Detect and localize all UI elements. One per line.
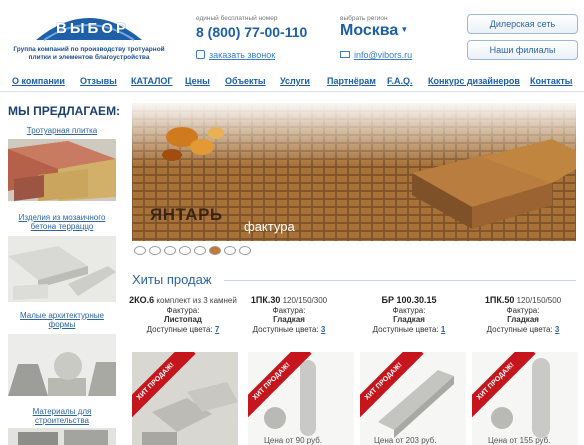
hits-title: Хиты продаж: [132, 272, 212, 287]
texture-label: Фактура:: [166, 305, 200, 315]
dealer-network-button[interactable]: Дилерская сеть: [467, 14, 578, 34]
nav-reviews[interactable]: Отзывы: [80, 76, 117, 86]
branches-button[interactable]: Наши филиалы: [467, 40, 578, 60]
nav-prices[interactable]: Цены: [185, 76, 210, 86]
slider-dot[interactable]: [239, 246, 251, 255]
nav-designers-contest[interactable]: Конкурс дизайнеров: [428, 76, 520, 86]
slider-dot[interactable]: [194, 246, 206, 255]
product-card: БР 100.30.15 Фактура: Гладкая Доступные …: [354, 295, 464, 334]
region-label: выбрать регион: [340, 15, 388, 22]
product-code[interactable]: 1ПК.30: [251, 295, 280, 305]
product-image[interactable]: ХИТ ПРОДАЖ!: [248, 352, 354, 445]
product-size: 120/150/500: [516, 296, 562, 305]
product-code[interactable]: 2КО.6: [129, 295, 154, 305]
colors-label: Доступные цвета:: [372, 324, 439, 334]
colors-label: Доступные цвета:: [252, 324, 319, 334]
nav-about[interactable]: О компании: [12, 76, 65, 86]
banner-title: ЯНТАРЬ: [150, 205, 223, 224]
colors-label: Доступные цвета:: [486, 324, 553, 334]
product-image[interactable]: ХИТ ПРОДАЖ!: [472, 352, 578, 445]
texture-label: Фактура:: [272, 305, 306, 315]
texture-label: Фактура:: [506, 305, 540, 315]
slider-dot[interactable]: [134, 246, 146, 255]
phone-number[interactable]: 8 (800) 77-00-110: [196, 24, 307, 40]
terrazzo-image[interactable]: [8, 236, 116, 302]
product-code[interactable]: БР 100.30.15: [381, 295, 436, 305]
region-value: Москва: [340, 22, 399, 39]
product-code[interactable]: 1ПК.50: [485, 295, 514, 305]
product-price: Цена от 155 руб.: [488, 436, 551, 445]
colors-label: Доступные цвета:: [146, 324, 213, 334]
colors-count[interactable]: 7: [215, 325, 219, 334]
nav-contacts[interactable]: Контакты: [530, 76, 572, 86]
slider-dot[interactable]: [164, 246, 176, 255]
sidebar-item-paving[interactable]: Тротуарная плитка: [6, 126, 118, 135]
texture-label: Фактура:: [392, 305, 426, 315]
colors-count[interactable]: 3: [555, 325, 559, 334]
sidebar-item-terrazzo[interactable]: Изделия из мозаичного бетона терраццо: [6, 213, 118, 231]
phone-icon: [196, 50, 205, 59]
email-value: info@vibors.ru: [354, 50, 413, 60]
email-link[interactable]: info@vibors.ru: [340, 50, 412, 60]
nav-faq[interactable]: F.A.Q.: [387, 76, 413, 86]
slider-dot-active[interactable]: [209, 246, 221, 255]
paving-tiles-image[interactable]: [8, 139, 116, 201]
callback-link[interactable]: заказать звонок: [196, 50, 275, 60]
nav-services[interactable]: Услуги: [280, 76, 310, 86]
banner-subtitle: фактура: [244, 219, 295, 234]
sidebar-item-small-forms[interactable]: Малые архитектурные формы: [6, 311, 118, 329]
product-card: 1ПК.50 120/150/500 Фактура: Гладкая Дост…: [468, 295, 578, 334]
page: ВЫБОР Группа компаний по производству тр…: [0, 0, 584, 445]
texture-value: Гладкая: [507, 315, 539, 324]
texture-value: Листопад: [163, 315, 203, 324]
nav-objects[interactable]: Объекты: [225, 76, 266, 86]
logo-word: ВЫБОР: [56, 20, 129, 37]
callback-label: заказать звонок: [209, 50, 276, 60]
sidebar-item-materials[interactable]: Материалы для строительства: [6, 407, 118, 425]
hits-divider: [224, 280, 576, 281]
product-card: 1ПК.30 120/150/300 Фактура: Гладкая Дост…: [234, 295, 344, 334]
product-size: 120/150/300: [282, 296, 328, 305]
logo[interactable]: ВЫБОР Группа компаний по производству тр…: [4, 4, 174, 66]
mail-icon: [340, 51, 350, 58]
slider-dot[interactable]: [179, 246, 191, 255]
product-card: 2КО.6 комплект из 3 камней Фактура: Лист…: [128, 295, 238, 334]
sidebar-title: МЫ ПРЕДЛАГАЕМ:: [8, 104, 121, 118]
texture-value: Гладкая: [393, 315, 425, 324]
slider-dot[interactable]: [149, 246, 161, 255]
slider-dot[interactable]: [224, 246, 236, 255]
free-number-label: единый бесплатный номер: [196, 15, 278, 22]
product-image[interactable]: ХИТ ПРОДАЖ!: [132, 352, 238, 445]
nav-partners[interactable]: Партнёрам: [327, 76, 376, 86]
colors-count[interactable]: 3: [321, 325, 325, 334]
logo-subtitle: Группа компаний по производству тротуарн…: [13, 46, 165, 61]
product-size: комплект из 3 камней: [156, 296, 237, 305]
materials-image[interactable]: [8, 428, 116, 445]
texture-value: Гладкая: [273, 315, 305, 324]
colors-count[interactable]: 1: [441, 325, 445, 334]
chevron-down-icon: ▼: [400, 25, 409, 34]
architectural-forms-image[interactable]: [8, 334, 116, 396]
product-price: Цена от 90 руб.: [264, 436, 322, 445]
nav-catalog[interactable]: КАТАЛОГ: [131, 76, 173, 86]
main-nav: О компании Отзывы КАТАЛОГ Цены Объекты У…: [0, 70, 584, 92]
product-price: Цена от 203 руб.: [374, 436, 437, 445]
region-select[interactable]: Москва ▼: [340, 22, 408, 40]
product-image[interactable]: ХИТ ПРОДАЖ!: [360, 352, 466, 445]
